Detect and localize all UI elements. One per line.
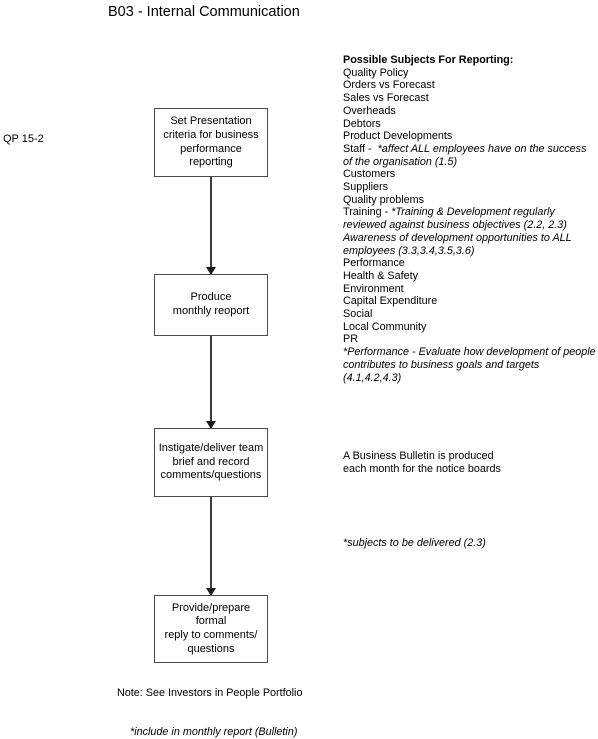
subject-item-text: Sales vs Forecast	[343, 92, 429, 105]
subject-list-item: Capital Expenditure	[343, 295, 598, 308]
connector-arrow-3	[206, 497, 216, 596]
flow-box-instigate-deliver-team-brief: Instigate/deliver team brief and record …	[154, 428, 268, 497]
flow-box-line: reporting	[189, 156, 233, 169]
annotation-business-bulletin: A Business Bulletin is produced each mon…	[343, 450, 501, 475]
flow-box-line: Instigate/deliver team	[158, 442, 264, 455]
subject-item-text: Health & Safety	[343, 269, 419, 282]
connector-arrow-1	[206, 177, 216, 275]
flow-box-line: criteria for business	[163, 128, 259, 141]
flow-box-line: performance	[180, 142, 242, 155]
subject-item-lead: Training -	[343, 206, 392, 219]
flow-box-provide-prepare-formal-reply: Provide/prepare formal reply to comments…	[154, 595, 268, 663]
subject-item-text: Overheads	[343, 104, 396, 117]
subject-item-text: Product Developments	[343, 130, 453, 143]
subject-list-item: Local Community	[343, 321, 598, 334]
flow-box-line: questions	[187, 642, 235, 655]
flow-box-line: Provide/prepare	[171, 601, 251, 614]
flow-box-line: Produce	[190, 291, 232, 304]
subject-item-text: Quality Policy	[343, 66, 409, 79]
possible-subjects-panel: Possible Subjects For Reporting: Quality…	[343, 54, 598, 384]
subject-item-text: *Performance - Evaluate how development …	[343, 346, 596, 384]
subject-list-item: Training - *Training & Development regul…	[343, 206, 598, 231]
subject-item-text: Orders vs Forecast	[343, 79, 435, 92]
subject-list-item: Quality problems	[343, 194, 598, 207]
flow-box-label: Instigate/deliver team brief and record …	[155, 442, 267, 483]
subject-list-item: Orders vs Forecast	[343, 79, 598, 92]
flow-box-line: brief and record	[172, 455, 250, 468]
flow-box-produce-monthly-report: Produce monthly reoport	[154, 274, 268, 336]
subject-item-text: *affect ALL employees have on the succes…	[343, 142, 590, 168]
subject-list-item: Customers	[343, 168, 598, 181]
subject-list-item: Overheads	[343, 105, 598, 118]
subject-item-text: Capital Expenditure	[343, 295, 438, 308]
diagram-page: B03 - Internal Communication QP 15-2 Set…	[0, 0, 598, 739]
subject-list-item: Product Developments	[343, 130, 598, 143]
flow-box-line: comments/questions	[160, 469, 262, 482]
flow-box-set-presentation-criteria: Set Presentation criteria for business p…	[154, 108, 268, 177]
subject-list-item: Staff - *affect ALL employees have on th…	[343, 143, 598, 168]
subject-item-text: Quality problems	[343, 193, 425, 206]
subject-list-item: Social	[343, 308, 598, 321]
subject-item-text: Awareness of development opportunities t…	[343, 231, 575, 257]
annotation-include-in-monthly-report: *include in monthly report (Bulletin)	[130, 726, 298, 738]
subject-item-text: Suppliers	[343, 181, 389, 194]
subject-item-lead: Staff -	[343, 142, 378, 155]
flow-box-label: Set Presentation criteria for business p…	[155, 115, 267, 169]
subject-list-item: Environment	[343, 283, 598, 296]
subject-list-item: Sales vs Forecast	[343, 92, 598, 105]
subject-list-item: *Performance - Evaluate how development …	[343, 346, 598, 384]
flow-box-line: formal	[195, 615, 227, 628]
subject-list-item: Quality Policy	[343, 67, 598, 80]
subject-item-text: Customers	[343, 168, 396, 181]
subject-item-text: Social	[343, 308, 373, 321]
connector-arrow-2	[206, 336, 216, 429]
subject-item-text: Debtors	[343, 117, 381, 130]
subject-list-item: Debtors	[343, 118, 598, 131]
subject-item-text: PR	[343, 333, 358, 346]
subject-list-item: Performance	[343, 257, 598, 270]
annotation-subjects-to-be-delivered: *subjects to be delivered (2.3)	[343, 537, 486, 549]
flow-box-label: Produce monthly reoport	[155, 291, 267, 318]
subject-item-text: Local Community	[343, 320, 427, 333]
annotation-investors-in-people-note: Note: See Investors in People Portfolio	[117, 687, 303, 699]
page-title: B03 - Internal Communication	[108, 4, 300, 20]
subject-list-item: Awareness of development opportunities t…	[343, 232, 598, 257]
flow-box-line: Set Presentation	[170, 115, 252, 128]
flow-box-line: monthly reoport	[172, 305, 250, 317]
possible-subjects-heading: Possible Subjects For Reporting:	[343, 54, 514, 66]
subject-item-text: Environment	[343, 282, 404, 295]
subject-list-item: Suppliers	[343, 181, 598, 194]
subject-list-item: PR	[343, 333, 598, 346]
subject-list-item: Health & Safety	[343, 270, 598, 283]
possible-subjects-list: Quality Policy Orders vs Forecast Sales vs…	[343, 67, 598, 385]
document-reference-tag: QP 15-2	[3, 133, 44, 145]
subject-item-text: Performance	[343, 257, 405, 270]
flow-box-label: Provide/prepare formal reply to comments…	[155, 602, 267, 656]
flow-box-line: reply to comments/	[164, 629, 258, 641]
